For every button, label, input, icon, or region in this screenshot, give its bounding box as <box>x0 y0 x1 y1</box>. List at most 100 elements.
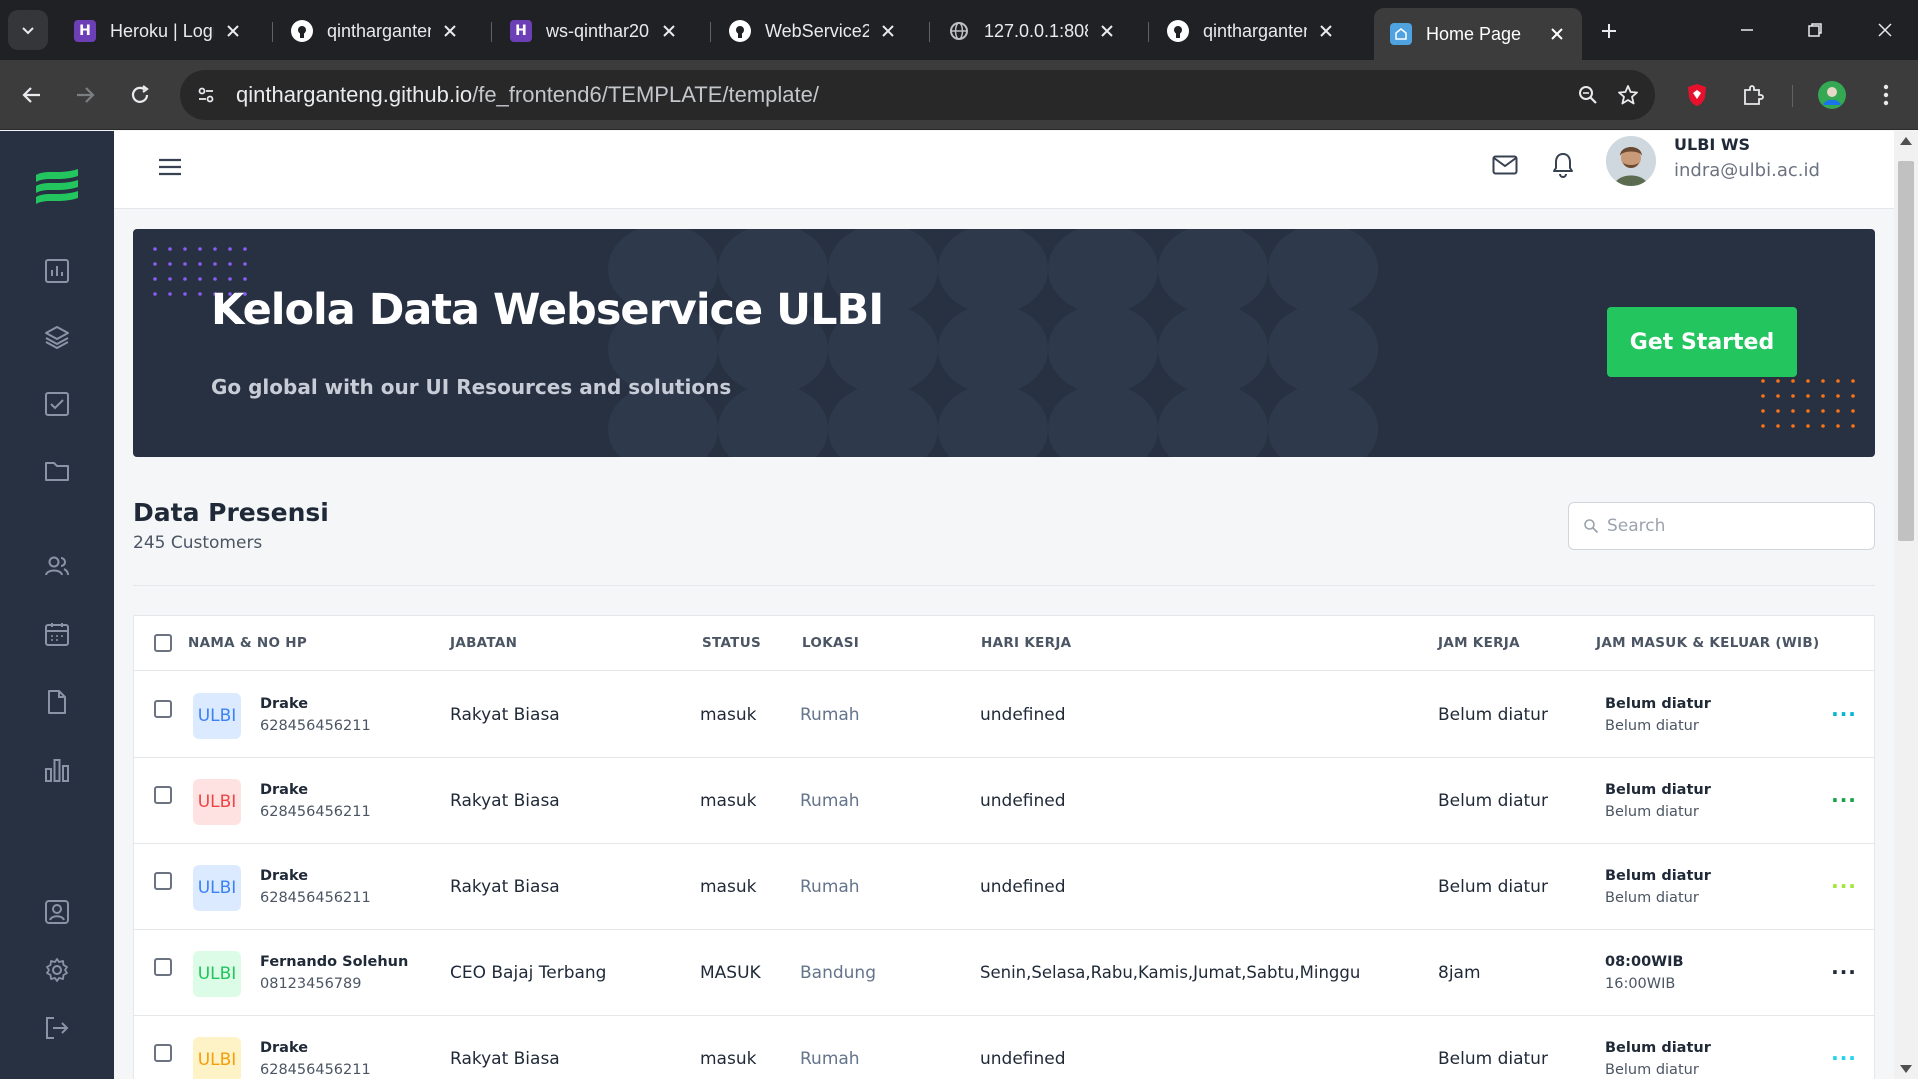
hari-kerja-cell: undefined <box>980 1049 1066 1069</box>
employee-phone: 628456456211 <box>260 718 371 734</box>
tab-search-button[interactable] <box>8 10 48 50</box>
hamburger-icon <box>159 158 181 176</box>
mail-icon <box>1492 155 1518 175</box>
app-logo-icon[interactable] <box>32 165 82 209</box>
zoom-icon[interactable] <box>1570 77 1606 113</box>
menu-toggle-button[interactable] <box>154 151 186 183</box>
row-checkbox[interactable] <box>154 700 172 718</box>
row-checkbox[interactable] <box>154 958 172 976</box>
sidebar-item-documents[interactable] <box>37 682 77 722</box>
close-window-button[interactable] <box>1862 10 1908 50</box>
sidebar-item-logout[interactable] <box>37 1008 77 1048</box>
column-header[interactable]: JAM KERJA <box>1438 635 1520 651</box>
column-header[interactable]: NAMA & NO HP <box>188 635 307 651</box>
hari-kerja-cell: Senin,Selasa,Rabu,Kamis,Jumat,Sabtu,Ming… <box>980 963 1361 982</box>
sidebar-item-files[interactable] <box>37 451 77 491</box>
close-icon[interactable] <box>877 20 899 42</box>
browser-tab-home-page[interactable]: Home Page <box>1374 8 1582 60</box>
get-started-button[interactable]: Get Started <box>1607 307 1797 377</box>
close-icon[interactable] <box>1546 23 1568 45</box>
reload-button[interactable] <box>120 75 160 115</box>
column-header[interactable]: JABATAN <box>450 635 517 651</box>
sidebar-item-layers[interactable] <box>37 317 77 357</box>
browser-tab-localhost[interactable]: 127.0.0.1:8080 <box>932 10 1132 52</box>
sidebar-item-settings[interactable] <box>37 950 77 990</box>
page-scrollbar[interactable] <box>1894 131 1918 1079</box>
minimize-button[interactable] <box>1724 10 1770 50</box>
profile-avatar-icon[interactable] <box>1812 75 1852 115</box>
table-row[interactable]: ULBI Drake 628456456211 Rakyat Biasa mas… <box>134 758 1874 844</box>
table-row[interactable]: ULBI Drake 628456456211 Rakyat Biasa mas… <box>134 1016 1874 1079</box>
row-actions-button[interactable]: ··· <box>1831 874 1857 898</box>
browser-tab-heroku[interactable]: H Heroku | Login <box>58 10 258 52</box>
row-checkbox[interactable] <box>154 786 172 804</box>
url-text: qintharganteng.github.io/fe_frontend6/TE… <box>236 82 819 107</box>
user-email: indra@ulbi.ac.id <box>1674 160 1820 181</box>
search-field[interactable] <box>1568 502 1875 550</box>
close-icon[interactable] <box>1315 20 1337 42</box>
row-checkbox[interactable] <box>154 1044 172 1062</box>
browser-tab-github-3[interactable]: qintharganteng <box>1151 10 1351 52</box>
sidebar-item-users[interactable] <box>37 546 77 586</box>
status-cell: masuk <box>700 791 757 811</box>
sidebar-item-reports[interactable] <box>37 750 77 790</box>
scrollbar-thumb[interactable] <box>1898 161 1914 541</box>
browser-tab-heroku-2[interactable]: H ws-qinthar2023 <box>494 10 694 52</box>
lokasi-cell: Rumah <box>800 877 860 897</box>
close-icon <box>1878 23 1892 37</box>
jabatan-cell: Rakyat Biasa <box>450 1049 560 1069</box>
avatar-badge: ULBI <box>193 1037 241 1079</box>
close-icon[interactable] <box>658 20 680 42</box>
row-actions-button[interactable]: ··· <box>1831 960 1857 984</box>
minimize-icon <box>1741 29 1753 31</box>
page-icon <box>1390 23 1412 45</box>
customer-count: 245 Customers <box>133 533 263 553</box>
sidebar-item-dashboard[interactable] <box>37 251 77 291</box>
restore-button[interactable] <box>1792 10 1838 50</box>
mail-button[interactable] <box>1487 147 1523 183</box>
search-input[interactable] <box>1607 516 1847 536</box>
avatar[interactable] <box>1606 136 1656 186</box>
sidebar-item-tasks[interactable] <box>37 384 77 424</box>
sidebar-item-profile[interactable] <box>37 892 77 932</box>
site-info-icon[interactable] <box>188 77 224 113</box>
back-button[interactable] <box>12 75 52 115</box>
calendar-icon <box>45 623 69 646</box>
browser-menu-button[interactable] <box>1866 75 1906 115</box>
table-row[interactable]: ULBI Fernando Solehun 08123456789 CEO Ba… <box>134 930 1874 1016</box>
row-actions-button[interactable]: ··· <box>1831 1046 1857 1070</box>
notifications-button[interactable] <box>1545 147 1581 183</box>
select-all-checkbox[interactable] <box>154 634 172 652</box>
address-bar[interactable]: qintharganteng.github.io/fe_frontend6/TE… <box>180 70 1655 120</box>
row-actions-button[interactable]: ··· <box>1831 702 1857 726</box>
row-actions-button[interactable]: ··· <box>1831 788 1857 812</box>
close-icon[interactable] <box>222 20 244 42</box>
status-cell: masuk <box>700 877 757 897</box>
close-icon[interactable] <box>439 20 461 42</box>
banner-title: Kelola Data Webservice ULBI <box>211 285 884 335</box>
column-header[interactable]: STATUS <box>702 635 761 651</box>
column-header[interactable]: JAM MASUK & KELUAR (WIB) <box>1596 635 1819 651</box>
row-checkbox[interactable] <box>154 872 172 890</box>
new-tab-button[interactable] <box>1592 14 1626 48</box>
browser-tab-github-2[interactable]: WebService2023 <box>713 10 913 52</box>
sidebar-item-calendar[interactable] <box>37 614 77 654</box>
browser-tab-github-1[interactable]: qintharganteng <box>275 10 475 52</box>
shield-extension-icon[interactable] <box>1677 75 1717 115</box>
status-cell: masuk <box>700 1049 757 1069</box>
column-header[interactable]: LOKASI <box>802 635 859 651</box>
hari-kerja-cell: undefined <box>980 877 1066 897</box>
extensions-puzzle-icon[interactable] <box>1733 75 1773 115</box>
close-icon[interactable] <box>1096 20 1118 42</box>
table-row[interactable]: ULBI Drake 628456456211 Rakyat Biasa mas… <box>134 844 1874 930</box>
bookmark-star-icon[interactable] <box>1610 77 1646 113</box>
restore-icon <box>1808 23 1822 37</box>
table-row[interactable]: ULBI Drake 628456456211 Rakyat Biasa mas… <box>134 672 1874 758</box>
jam-keluar-cell: Belum diatur <box>1605 1062 1699 1078</box>
divider <box>133 585 1875 586</box>
column-header[interactable]: HARI KERJA <box>981 635 1071 651</box>
forward-button[interactable] <box>65 75 105 115</box>
browser-tab-strip: H Heroku | Login qintharganteng H ws-qin… <box>0 0 1918 60</box>
jam-keluar-cell: 16:00WIB <box>1605 976 1676 992</box>
kebab-menu-icon <box>1883 84 1889 106</box>
